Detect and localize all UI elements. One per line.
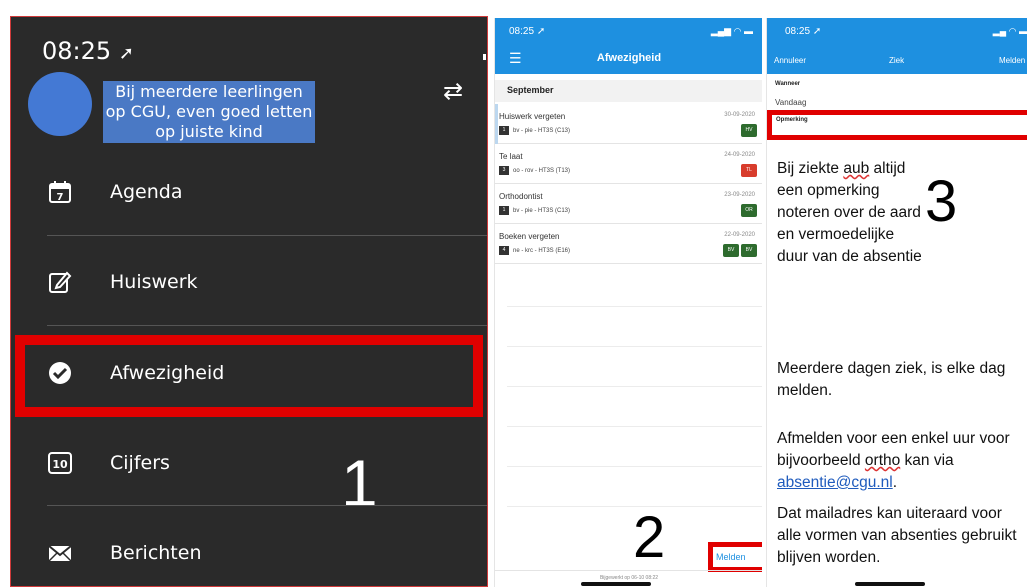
check-circle-icon — [47, 360, 73, 386]
location-arrow-icon: ➚ — [118, 43, 134, 64]
menu-item-label: Huiswerk — [110, 271, 198, 293]
section-header: September — [495, 80, 762, 102]
wanneer-field[interactable]: Vandaag — [775, 98, 806, 107]
home-indicator — [581, 582, 651, 586]
item-subtitle: 1 bv - pie - HT3S (C13) — [499, 126, 570, 135]
signal-icon: ▂▄ — [992, 26, 1007, 36]
divider — [47, 505, 487, 506]
absence-list-panel: 08:25 ➚ ▂▄▆ ◠ ▬ ☰ Afwezigheid September … — [494, 18, 762, 587]
item-date: 24-09-2020 — [724, 152, 755, 158]
location-arrow-icon: ➚ — [812, 26, 822, 37]
menu-item-agenda[interactable]: 7 Agenda — [11, 148, 487, 238]
submit-button[interactable]: Melden — [999, 56, 1025, 65]
item-date: 23-09-2020 — [724, 192, 755, 198]
envelope-icon — [47, 540, 73, 566]
menu-item-huiswerk[interactable]: Huiswerk — [11, 238, 487, 328]
separator-mark — [483, 54, 486, 60]
menu-item-berichten[interactable]: Berichten — [11, 509, 487, 586]
step-number: 2 — [633, 505, 666, 570]
status-time: 08:25 ➚ — [42, 37, 134, 65]
cancel-button[interactable]: Annuleer — [774, 56, 806, 65]
instruction-text: Bij ziekte aub altijd een opmerking note… — [777, 160, 922, 265]
svg-text:10: 10 — [52, 458, 68, 471]
item-subtitle: 4 ne - krc - HT3S (E16) — [499, 246, 570, 255]
status-badge: BV — [723, 244, 739, 257]
annotation-note: Bij meerdere leerlingen op CGU, even goe… — [103, 81, 315, 143]
wifi-icon: ◠ — [733, 26, 742, 36]
status-badge: OR — [741, 204, 757, 217]
calendar-icon: 7 — [47, 179, 73, 205]
avatar[interactable] — [28, 72, 92, 136]
status-badge: BV — [741, 244, 757, 257]
app-menu-panel: 08:25 ➚ Bij meerdere leerlingen op CGU, … — [10, 16, 488, 587]
divider — [47, 325, 487, 326]
page-title: Afwezigheid — [596, 52, 662, 64]
item-subtitle: 3 oo - rov - HT3S (T13) — [499, 166, 570, 175]
menu-item-label: Cijfers — [110, 452, 170, 474]
menu-item-label: Berichten — [110, 542, 202, 564]
item-date: 22-09-2020 — [724, 232, 755, 238]
menu-item-label: Afwezigheid — [110, 362, 225, 384]
list-item[interactable]: Orthodontist 23-09-2020 1 bv - pie - HT3S… — [495, 184, 762, 224]
divider — [507, 466, 762, 467]
location-arrow-icon: ➚ — [536, 26, 546, 37]
list-item[interactable]: Boeken vergeten 22-09-2020 4 ne - krc - H… — [495, 224, 762, 264]
instruction-text: Afmelden voor een enkel uur voor bijvoor… — [777, 430, 1010, 491]
sick-report-panel: 08:25 ➚ ▂▄ ◠ ▬ Annuleer Ziek Melden Wann… — [766, 18, 1027, 587]
status-icons: ▂▄▆ ◠ ▬ — [711, 26, 753, 37]
wifi-icon: ◠ — [1008, 26, 1017, 36]
divider — [507, 346, 762, 347]
step-number: 3 — [925, 169, 958, 234]
updated-footer: Bijgewerkt op 06-10 08:22 — [495, 570, 762, 581]
battery-icon: ▬ — [744, 26, 753, 36]
menu-item-label: Agenda — [110, 181, 183, 203]
divider — [47, 235, 487, 236]
list-item[interactable]: Huiswerk vergeten 30-09-2020 1 bv - pie -… — [495, 104, 762, 144]
status-time: 08:25 ➚ — [509, 26, 546, 37]
signal-icon: ▂▄▆ — [710, 26, 732, 36]
opmerking-field[interactable] — [767, 110, 1027, 140]
menu-item-afwezigheid[interactable]: Afwezigheid — [11, 329, 487, 419]
grade-icon: 10 — [47, 450, 73, 476]
email-link[interactable]: absentie@cgu.nl — [777, 474, 893, 491]
item-title: Te laat — [499, 152, 523, 161]
item-title: Boeken vergeten — [499, 232, 560, 241]
switch-user-icon[interactable]: ⇄ — [443, 77, 463, 106]
field-label-opmerking: Opmerking — [776, 117, 808, 123]
instruction-text: Dat mailadres kan uiteraard voor alle vo… — [777, 505, 1017, 566]
status-badge: TL — [741, 164, 757, 177]
home-indicator — [855, 582, 925, 586]
field-label-wanneer: Wanneer — [775, 81, 801, 87]
instruction-text: Meerdere dagen ziek, is elke dag melden. — [777, 360, 1006, 399]
status-time: 08:25 ➚ — [785, 26, 822, 37]
list-item[interactable]: Te laat 24-09-2020 3 oo - rov - HT3S (T13… — [495, 144, 762, 184]
divider — [507, 306, 762, 307]
menu-item-cijfers[interactable]: 10 Cijfers — [11, 419, 487, 509]
nav-bar: 08:25 ➚ ▂▄▆ ◠ ▬ ☰ Afwezigheid — [495, 18, 762, 74]
item-date: 30-09-2020 — [724, 112, 755, 118]
svg-text:7: 7 — [57, 192, 64, 203]
divider — [507, 426, 762, 427]
page-title: Ziek — [889, 56, 905, 65]
item-title: Huiswerk vergeten — [499, 112, 566, 121]
melden-button[interactable]: Melden — [716, 552, 746, 562]
status-badge: HV — [741, 124, 757, 137]
nav-bar: 08:25 ➚ ▂▄ ◠ ▬ Annuleer Ziek Melden — [767, 18, 1027, 74]
item-title: Orthodontist — [499, 192, 543, 201]
divider — [507, 386, 762, 387]
battery-icon: ▬ — [1019, 26, 1027, 36]
item-subtitle: 1 bv - pie - HT3S (C13) — [499, 206, 570, 215]
status-icons: ▂▄ ◠ ▬ — [993, 26, 1027, 37]
edit-icon — [47, 269, 73, 295]
